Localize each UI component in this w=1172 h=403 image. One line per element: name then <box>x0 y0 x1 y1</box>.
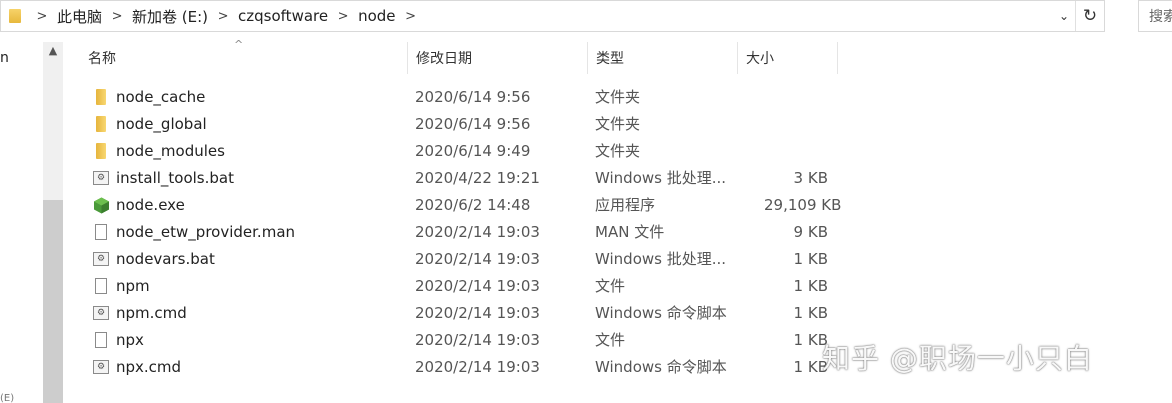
file-name: node.exe <box>116 196 185 214</box>
file-row[interactable]: npm 2020/2/14 19:03 文件 1 KB <box>64 273 1172 300</box>
file-name: node_modules <box>116 142 225 160</box>
file-size: 1 KB <box>793 304 828 322</box>
file-size <box>764 138 828 165</box>
watermark: 知乎 @职场一小只白 <box>822 342 1093 375</box>
file-size: 3 KB <box>793 169 828 187</box>
file-size <box>764 111 828 138</box>
folder-icon <box>9 9 21 23</box>
file-type: MAN 文件 <box>595 223 665 241</box>
file-type: Windows 批处理... <box>595 169 727 187</box>
navigation-pane: n ▲ <box>0 42 64 403</box>
file-date: 2020/6/14 9:56 <box>415 88 531 106</box>
batch-file-icon: ⚙ <box>93 306 109 320</box>
breadcrumb-this-pc[interactable]: 此电脑 <box>53 6 106 27</box>
file-type: 文件夹 <box>595 115 641 133</box>
file-row[interactable]: node.exe 2020/6/2 14:48 应用程序 29,109 KB <box>64 192 1172 219</box>
file-size: 1 KB <box>793 277 828 295</box>
batch-file-icon: ⚙ <box>93 171 109 185</box>
file-date: 2020/4/22 19:21 <box>415 169 540 187</box>
file-name: npx.cmd <box>116 358 182 376</box>
chevron-down-icon[interactable]: ⌄ <box>1053 9 1075 23</box>
chevron-right-icon[interactable]: > <box>31 9 53 24</box>
nodejs-icon <box>94 197 109 214</box>
file-size: 29,109 KB <box>764 196 842 214</box>
nav-bottom-label: (E) <box>0 393 15 403</box>
column-type[interactable]: 类型 <box>588 42 738 74</box>
file-row[interactable]: ⚙ npm.cmd 2020/2/14 19:03 Windows 命令脚本 1… <box>64 300 1172 327</box>
column-type-label: 类型 <box>596 51 624 67</box>
file-size <box>764 84 828 111</box>
scrollbar-thumb[interactable] <box>43 200 63 403</box>
file-row[interactable]: node_cache 2020/6/14 9:56 文件夹 <box>64 84 1172 111</box>
file-date: 2020/6/14 9:49 <box>415 142 531 160</box>
file-icon <box>95 332 107 348</box>
chevron-right-icon[interactable]: > <box>212 9 234 24</box>
search-input[interactable]: 搜索 <box>1138 0 1172 32</box>
file-date: 2020/2/14 19:03 <box>415 277 540 295</box>
file-type: Windows 批处理... <box>595 250 727 268</box>
file-date: 2020/2/14 19:03 <box>415 223 540 241</box>
file-date: 2020/2/14 19:03 <box>415 358 540 376</box>
scroll-up-icon[interactable]: ▲ <box>43 44 63 57</box>
breadcrumb-drive-e[interactable]: 新加卷 (E:) <box>128 6 212 27</box>
file-type: Windows 命令脚本 <box>595 304 727 322</box>
nav-item-label[interactable]: n <box>0 50 9 66</box>
address-bar[interactable]: > 此电脑 > 新加卷 (E:) > czqsoftware > node > … <box>0 0 1105 32</box>
file-size: 1 KB <box>793 358 828 376</box>
file-explorer-window: > 此电脑 > 新加卷 (E:) > czqsoftware > node > … <box>0 0 1172 403</box>
column-date[interactable]: 修改日期 <box>408 42 588 74</box>
file-size: 1 KB <box>793 250 828 268</box>
file-size: 1 KB <box>793 331 828 349</box>
column-header: ^ 名称 修改日期 类型 大小 <box>64 38 1172 74</box>
batch-file-icon: ⚙ <box>93 360 109 374</box>
breadcrumb-node[interactable]: node <box>354 7 399 25</box>
nav-scrollbar[interactable]: ▲ <box>43 42 63 403</box>
file-type: 应用程序 <box>595 196 656 214</box>
folder-icon <box>96 89 106 105</box>
file-date: 2020/6/14 9:56 <box>415 115 531 133</box>
file-name: node_global <box>116 115 207 133</box>
file-row[interactable]: node_global 2020/6/14 9:56 文件夹 <box>64 111 1172 138</box>
file-name: nodevars.bat <box>116 250 215 268</box>
column-size[interactable]: 大小 <box>738 42 838 74</box>
chevron-right-icon[interactable]: > <box>400 9 422 24</box>
refresh-icon[interactable]: ↻ <box>1075 1 1104 31</box>
column-name-label: 名称 <box>88 51 116 67</box>
folder-icon <box>96 143 106 159</box>
column-name[interactable]: 名称 <box>80 42 408 74</box>
file-size: 9 KB <box>793 223 828 241</box>
file-type: Windows 命令脚本 <box>595 358 727 376</box>
file-name: npm.cmd <box>116 304 187 322</box>
folder-icon <box>96 116 106 132</box>
file-row[interactable]: node_modules 2020/6/14 9:49 文件夹 <box>64 138 1172 165</box>
chevron-right-icon[interactable]: > <box>106 9 128 24</box>
column-size-label: 大小 <box>746 51 774 67</box>
file-row[interactable]: ⚙ install_tools.bat 2020/4/22 19:21 Wind… <box>64 165 1172 192</box>
file-name: install_tools.bat <box>116 169 234 187</box>
file-icon <box>95 278 107 294</box>
column-date-label: 修改日期 <box>416 51 472 67</box>
file-name: node_etw_provider.man <box>116 223 296 241</box>
file-name: npm <box>116 277 150 295</box>
search-placeholder: 搜索 <box>1149 9 1172 25</box>
file-type: 文件 <box>595 331 626 349</box>
file-type: 文件夹 <box>595 142 641 160</box>
file-date: 2020/6/2 14:48 <box>415 196 531 214</box>
file-name: npx <box>116 331 144 349</box>
breadcrumb-czqsoftware[interactable]: czqsoftware <box>234 7 332 25</box>
file-row[interactable]: ⚙ nodevars.bat 2020/2/14 19:03 Windows 批… <box>64 246 1172 273</box>
file-date: 2020/2/14 19:03 <box>415 304 540 322</box>
file-row[interactable]: node_etw_provider.man 2020/2/14 19:03 MA… <box>64 219 1172 246</box>
file-type: 文件 <box>595 277 626 295</box>
batch-file-icon: ⚙ <box>93 252 109 266</box>
chevron-right-icon[interactable]: > <box>332 9 354 24</box>
address-controls: ⌄ ↻ <box>1053 1 1104 31</box>
file-type: 文件夹 <box>595 88 641 106</box>
file-name: node_cache <box>116 88 206 106</box>
file-date: 2020/2/14 19:03 <box>415 331 540 349</box>
file-date: 2020/2/14 19:03 <box>415 250 540 268</box>
file-icon <box>95 224 107 240</box>
